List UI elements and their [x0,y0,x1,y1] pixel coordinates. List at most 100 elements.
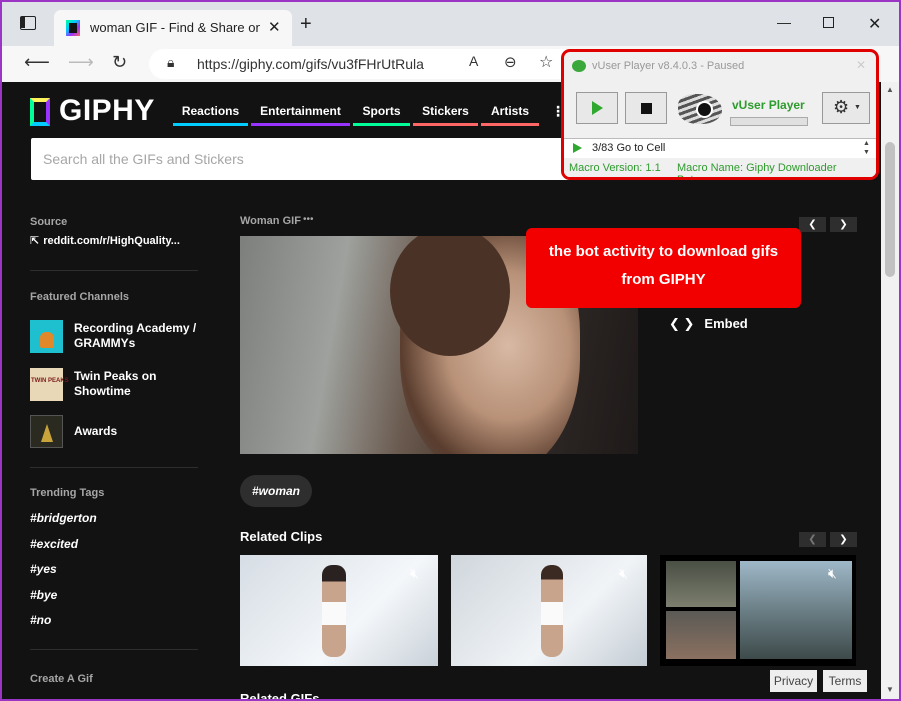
search-placeholder: Search all the GIFs and Stickers [43,151,244,167]
macro-name: Macro Name: Giphy Downloader Bot.vum [677,162,837,180]
twin-peaks-thumb-text: TWIN PEAKS [31,378,69,384]
url-field[interactable]: 🔒︎ https://giphy.com/gifs/vu3fFHrUtRula … [149,49,579,79]
gif-more-icon[interactable]: ••• [303,214,314,225]
nav-entertainment[interactable]: Entertainment [251,104,350,126]
close-tab-icon[interactable]: ✕ [268,18,281,36]
related-clip-3[interactable]: 🔇︎ [660,555,856,666]
tag-link[interactable]: #yes [30,562,57,576]
terms-label: Terms [828,674,862,688]
woman-tag-chip[interactable]: #woman [240,475,312,507]
favorite-icon[interactable]: ☆ [539,52,553,72]
related-clip-1[interactable]: 🔇︎ [240,555,438,666]
page-scrollbar[interactable]: ▲ ▼ [881,82,899,699]
search-input[interactable]: Search all the GIFs and Stickers [31,138,571,180]
read-aloud-icon[interactable]: A [469,53,478,69]
player-close-icon[interactable]: ✕ [856,58,866,72]
divider [30,467,198,468]
nav-label: Entertainment [260,104,341,118]
new-tab-icon[interactable]: + [300,13,312,36]
stop-icon [641,103,652,114]
mute-icon[interactable]: 🔇︎ [410,565,428,581]
nav-reactions[interactable]: Reactions [173,104,248,126]
related-clips-heading: Related Clips [240,529,323,544]
nav-stickers[interactable]: Stickers [413,104,478,126]
scroll-down-icon[interactable]: ▼ [886,685,894,694]
nav-sports[interactable]: Sports [353,104,410,126]
browser-window: woman GIF - Find & Share on GIPHY ✕ + — … [0,0,901,701]
scroll-up-icon[interactable]: ▲ [886,85,894,94]
privacy-button[interactable]: Privacy [770,670,817,692]
play-icon [592,101,603,115]
source-heading: Source [30,216,68,228]
tag-link[interactable]: #bridgerton [30,511,97,525]
related-clip-2[interactable]: 🔇︎ [451,555,647,666]
play-button[interactable] [576,92,618,124]
close-window-icon[interactable]: ✕ [868,14,881,34]
progress-bar [730,117,808,126]
clips-prev-button[interactable]: ❮ [799,532,826,547]
player-brand: vUser Player [732,98,805,112]
nav-label: Sports [362,104,401,118]
macro-status: 3/83 Go to Cell ▲ ▼ [564,138,876,158]
nav-label: Stickers [422,104,469,118]
trending-heading: Trending Tags [30,487,105,499]
vuser-player-window: vUser Player v8.4.0.3 - Paused ✕ vUser P… [561,49,879,180]
callout-line-1: the bot activity to download gifs [548,243,779,260]
pause-hand-icon [678,90,730,128]
tag-link[interactable]: #no [30,613,51,627]
next-gif-button[interactable]: ❯ [830,217,857,232]
nav-label: Reactions [181,104,240,118]
giphy-logo-icon [30,98,50,126]
mute-icon[interactable]: 🔇︎ [828,565,846,581]
source-link-text: reddit.com/r/HighQuality... [43,235,180,247]
tab-strip: woman GIF - Find & Share on GIPHY ✕ + — … [2,2,899,46]
external-link-icon: ⇱ [30,235,40,247]
twin-peaks-thumb: TWIN PEAKS [30,368,69,401]
callout-line-2: from GIPHY [621,271,706,288]
channel-label: Awards [74,424,118,438]
nav-label: Artists [490,104,529,118]
tag-link[interactable]: #excited [30,537,78,551]
mute-icon[interactable]: 🔇︎ [619,565,637,581]
maximize-icon[interactable] [823,17,834,28]
player-title: vUser Player v8.4.0.3 - Paused [592,60,745,72]
macro-version: Macro Version: 1.1 [569,162,661,174]
woman-tag-label: #woman [251,484,300,498]
minimize-icon[interactable]: — [777,14,791,30]
refresh-icon[interactable]: ↻ [112,52,127,73]
gif-title: Woman GIF [240,215,301,227]
macro-info: Macro Version: 1.1 Macro Name: Giphy Dow… [564,158,876,177]
awards-thumb-icon [30,415,63,448]
nav-artists[interactable]: Artists [481,104,539,126]
featured-heading: Featured Channels [30,291,130,303]
logo-text: GIPHY [59,94,155,127]
create-gif-link[interactable]: Create A Gif [30,673,93,685]
divider [30,649,198,650]
settings-button[interactable]: ⚙ ▼ [822,92,870,124]
channel-label: Recording Academy / GRAMMYs [74,321,197,350]
grammys-thumb-icon [30,320,63,353]
tag-link[interactable]: #bye [30,588,57,602]
status-play-icon [573,143,582,153]
vuser-logo-icon [572,60,586,72]
prev-gif-button[interactable]: ❮ [799,217,826,232]
chevron-down-icon: ▼ [854,104,861,111]
lock-icon: 🔒︎ [167,54,175,70]
embed-label: Embed [704,316,748,331]
terms-button[interactable]: Terms [823,670,867,692]
tab-title: woman GIF - Find & Share on GIPHY [90,20,260,35]
embed-button[interactable]: ❮ ❯ Embed [669,316,748,332]
divider [30,270,198,271]
tab-active[interactable]: woman GIF - Find & Share on GIPHY ✕ [54,10,292,46]
status-spinner-icon[interactable]: ▲ ▼ [863,139,870,157]
privacy-label: Privacy [773,674,814,688]
stop-button[interactable] [625,92,667,124]
tab-actions-icon[interactable] [20,16,36,30]
scroll-thumb[interactable] [885,142,895,277]
channel-label: Twin Peaks on Showtime [74,369,157,398]
clips-next-button[interactable]: ❯ [830,532,857,547]
zoom-icon[interactable]: ⊖ [504,53,517,71]
back-icon[interactable]: ⟵ [24,52,50,73]
source-link[interactable]: ⇱ reddit.com/r/HighQuality... [30,234,180,247]
forward-icon[interactable]: ⟶ [68,52,94,73]
